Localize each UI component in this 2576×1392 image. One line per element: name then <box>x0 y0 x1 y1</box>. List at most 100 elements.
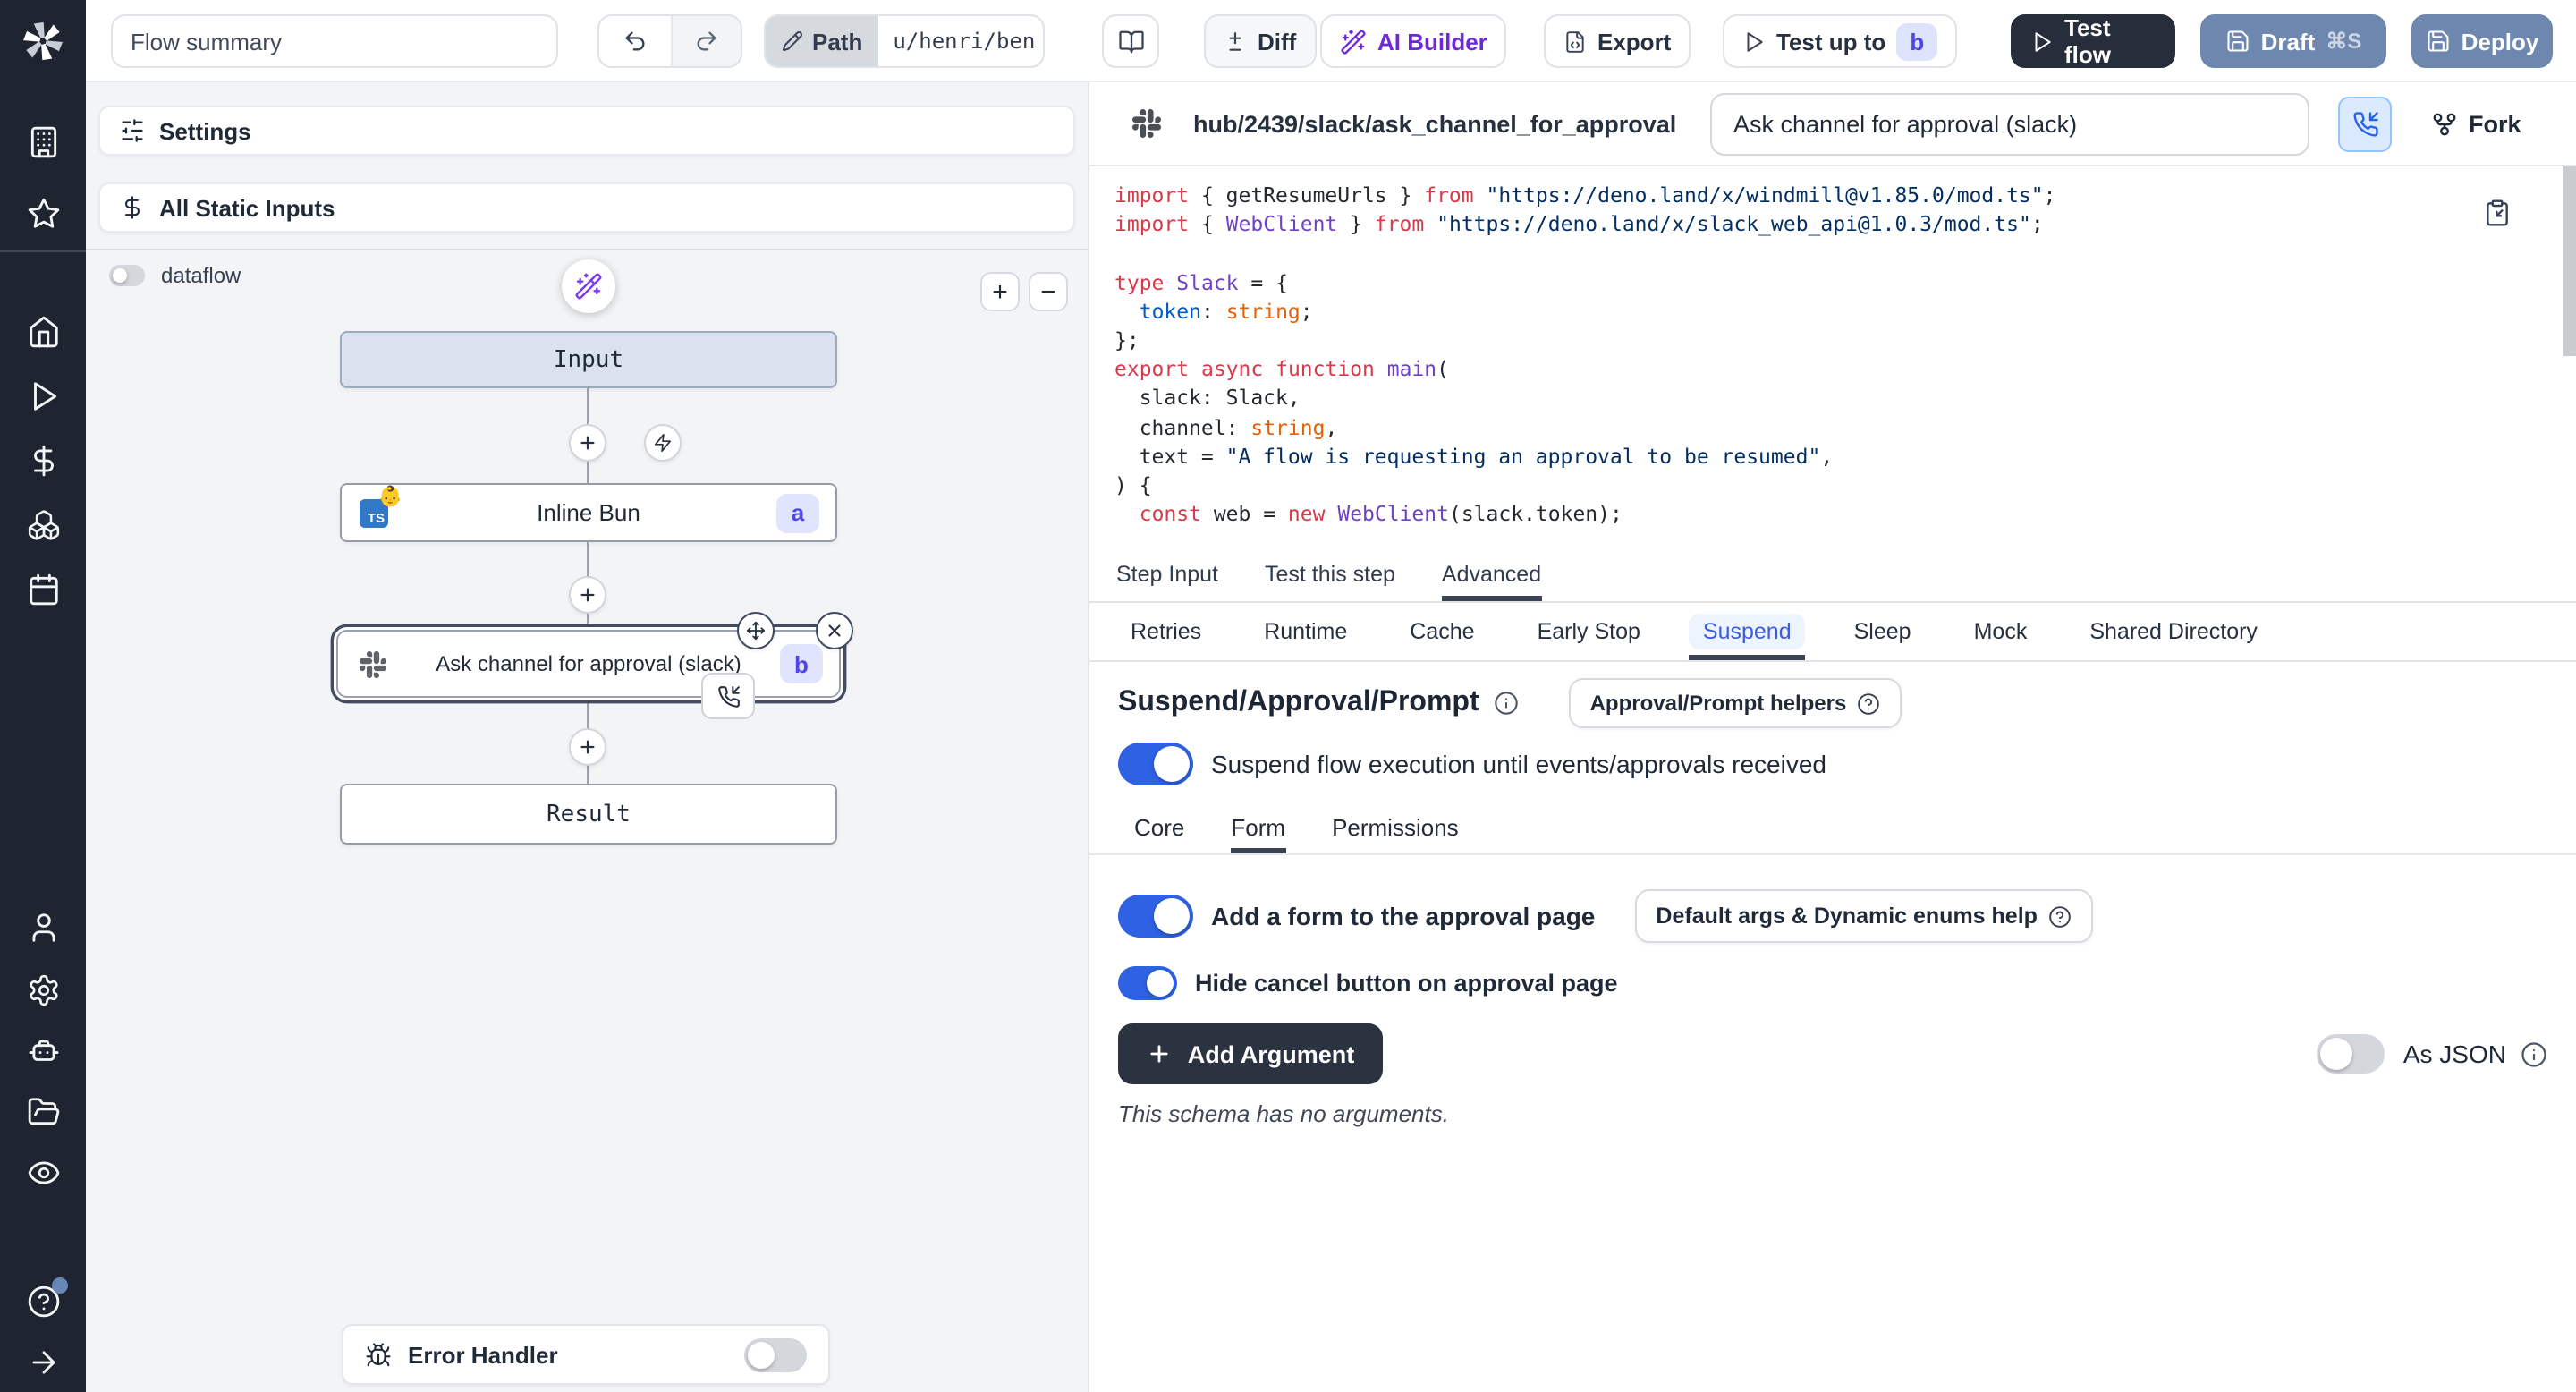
runs-play-icon[interactable] <box>26 379 60 413</box>
tab-test-this-step[interactable]: Test this step <box>1265 546 1395 601</box>
fork-button[interactable]: Fork <box>2431 97 2521 152</box>
favorites-star-icon[interactable] <box>26 197 60 231</box>
resources-boxes-icon[interactable] <box>26 508 60 542</box>
insert-step-button[interactable] <box>569 424 606 462</box>
diff-button[interactable]: Diff <box>1204 14 1316 68</box>
info-icon[interactable] <box>1494 691 1519 716</box>
git-fork-icon <box>2431 111 2458 138</box>
dataflow-toggle[interactable] <box>109 265 145 286</box>
step-b-label: Ask channel for approval (slack) <box>436 651 741 676</box>
step-summary-input[interactable] <box>1710 93 2309 156</box>
step-a-node[interactable]: TS 👶 Inline Bun a <box>340 483 837 542</box>
insert-step-button[interactable] <box>569 576 606 614</box>
tab-permissions[interactable]: Permissions <box>1332 800 1459 853</box>
dollar-icon <box>120 195 145 220</box>
suspend-toggle-label: Suspend flow execution until events/appr… <box>1211 750 1826 778</box>
windmill-logo[interactable] <box>20 18 66 64</box>
all-static-inputs-button[interactable]: All Static Inputs <box>98 182 1075 233</box>
ai-builder-button[interactable]: AI Builder <box>1320 14 1507 68</box>
error-handler-toggle[interactable] <box>744 1337 807 1371</box>
folders-icon[interactable] <box>26 1095 60 1129</box>
test-flow-label: Test flow <box>2064 14 2156 68</box>
add-form-toggle-label: Add a form to the approval page <box>1211 902 1595 930</box>
suspend-heading-row: Suspend/Approval/Prompt Approval/Prompt … <box>1118 676 2547 730</box>
subtab-shared-directory[interactable]: Shared Directory <box>2075 603 2272 660</box>
path-button[interactable]: Path u/henri/ben <box>764 14 1045 68</box>
add-form-toggle[interactable] <box>1118 895 1193 938</box>
code-scrollbar-thumb[interactable] <box>2563 166 2576 356</box>
phone-incoming-icon <box>2351 111 2378 138</box>
all-static-inputs-label: All Static Inputs <box>159 194 335 221</box>
zoom-in-button[interactable]: + <box>980 272 1020 311</box>
settings-gear-icon[interactable] <box>26 973 60 1007</box>
phone-incoming-icon <box>716 684 740 708</box>
copy-code-button[interactable] <box>2483 199 2512 227</box>
workspace-icon[interactable] <box>26 125 60 159</box>
workers-bot-icon[interactable] <box>26 1034 60 1068</box>
subtab-suspend[interactable]: Suspend <box>1689 603 1806 660</box>
flow-settings-label: Settings <box>159 117 251 144</box>
approval-prompt-helpers-button[interactable]: Approval/Prompt helpers <box>1569 678 1902 728</box>
draft-shortcut: ⌘S <box>2326 29 2361 54</box>
flow-input-node[interactable]: Input <box>340 331 837 388</box>
variables-dollar-icon[interactable] <box>26 444 60 478</box>
zoom-out-button[interactable]: − <box>1029 272 1068 311</box>
wand-sparkles-icon <box>574 272 603 301</box>
close-icon <box>825 621 844 641</box>
undo-button[interactable] <box>599 16 670 66</box>
default-args-help-button[interactable]: Default args & Dynamic enums help <box>1634 889 2093 943</box>
audit-eye-icon[interactable] <box>26 1156 60 1190</box>
diff-label: Diff <box>1258 28 1296 55</box>
delete-step-button[interactable] <box>816 612 853 649</box>
flow-settings-button[interactable]: Settings <box>98 106 1075 156</box>
export-button[interactable]: Export <box>1544 14 1690 68</box>
as-json-control: As JSON <box>2318 1034 2547 1074</box>
schedules-calendar-icon[interactable] <box>26 573 60 607</box>
subtab-retries[interactable]: Retries <box>1116 603 1216 660</box>
tab-step-input[interactable]: Step Input <box>1116 546 1218 601</box>
as-json-toggle[interactable] <box>2318 1034 2385 1074</box>
suspend-flow-toggle[interactable] <box>1118 743 1193 785</box>
info-icon[interactable] <box>2521 1040 2547 1067</box>
tab-form[interactable]: Form <box>1231 800 1285 853</box>
hide-cancel-toggle-label: Hide cancel button on approval page <box>1195 970 1618 997</box>
subtab-runtime[interactable]: Runtime <box>1250 603 1361 660</box>
insert-step-button[interactable] <box>569 728 606 766</box>
flow-summary-input[interactable] <box>111 14 558 68</box>
redo-button[interactable] <box>670 16 741 66</box>
code-lines: import { getResumeUrls } from "https://d… <box>1114 181 2056 529</box>
slack-icon <box>1132 109 1161 138</box>
error-handler-card[interactable]: Error Handler <box>342 1324 830 1385</box>
ai-flow-button[interactable] <box>562 259 615 313</box>
home-icon[interactable] <box>26 315 60 349</box>
flow-result-node[interactable]: Result <box>340 784 837 845</box>
code-editor[interactable]: import { getResumeUrls } from "https://d… <box>1089 166 2576 546</box>
user-icon[interactable] <box>26 911 60 945</box>
hide-cancel-toggle[interactable] <box>1118 966 1177 1000</box>
tab-core[interactable]: Core <box>1134 800 1184 853</box>
help-icon[interactable] <box>26 1285 60 1319</box>
move-icon <box>746 621 766 641</box>
deploy-button[interactable]: Deploy <box>2411 14 2553 68</box>
tab-advanced[interactable]: Advanced <box>1442 546 1541 601</box>
subtab-sleep[interactable]: Sleep <box>1840 603 1926 660</box>
wand-sparkles-icon <box>1340 28 1367 55</box>
test-up-to-button[interactable]: Test up to b <box>1723 14 1957 68</box>
dataflow-toggle-row: dataflow <box>109 263 241 288</box>
input-node-label: Input <box>554 346 623 373</box>
subtab-cache[interactable]: Cache <box>1395 603 1488 660</box>
path-label: Path <box>812 28 862 55</box>
add-argument-button[interactable]: Add Argument <box>1118 1023 1383 1084</box>
subtab-mock[interactable]: Mock <box>1960 603 2042 660</box>
draft-button[interactable]: Draft ⌘S <box>2200 14 2386 68</box>
path-label-segment: Path <box>766 16 878 66</box>
expand-sidebar-arrow-icon[interactable] <box>26 1345 60 1379</box>
path-value: u/henri/ben <box>878 29 1045 54</box>
subtab-early-stop[interactable]: Early Stop <box>1523 603 1655 660</box>
step-inspector-panel: hub/2439/slack/ask_channel_for_approval … <box>1089 82 2576 1392</box>
test-flow-button[interactable]: Test flow <box>2011 14 2175 68</box>
insert-trigger-button[interactable] <box>644 424 682 462</box>
move-step-button[interactable] <box>737 612 775 649</box>
suspend-indicator-button[interactable] <box>2338 97 2392 152</box>
docs-button[interactable] <box>1102 14 1159 68</box>
